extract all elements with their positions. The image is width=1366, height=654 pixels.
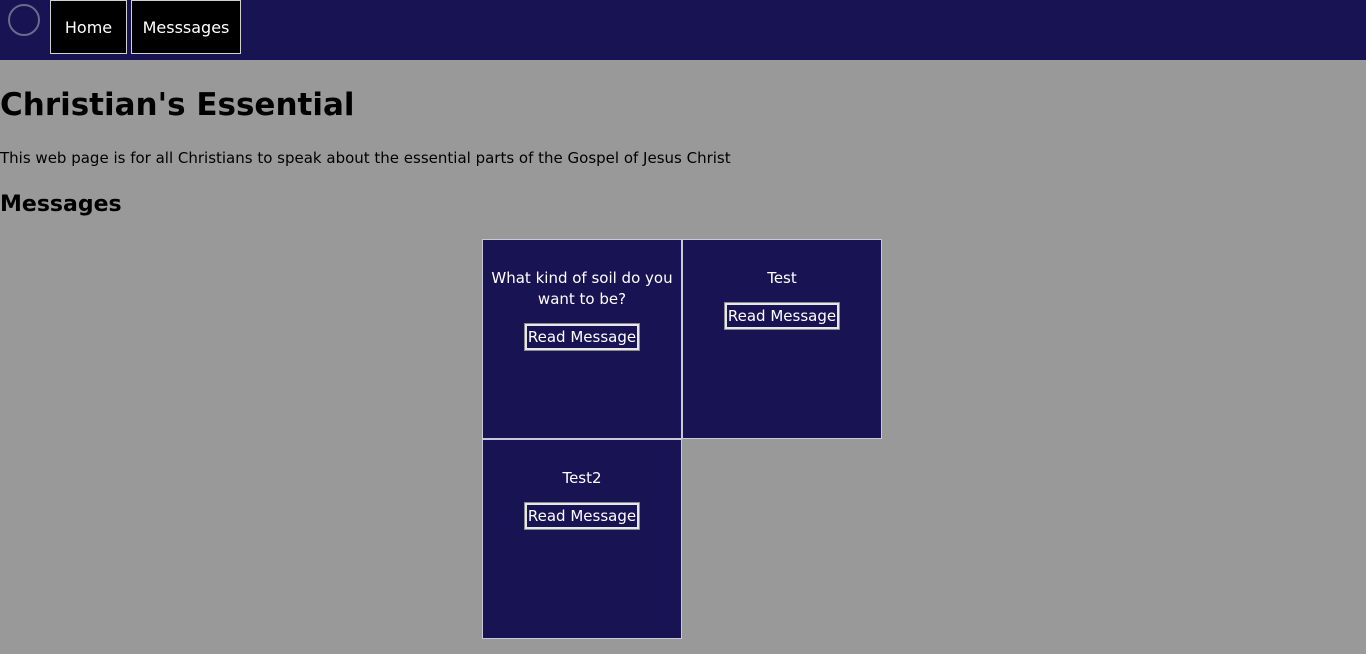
- page-title: Christian's Essential: [0, 87, 355, 123]
- message-card-title: Test: [767, 269, 797, 287]
- top-navbar: Home Messsages: [0, 0, 1366, 60]
- intro-text: This web page is for all Christians to s…: [0, 149, 731, 167]
- message-card: Test2 Read Message: [482, 439, 682, 639]
- message-card: What kind of soil do you want to be? Rea…: [482, 239, 682, 439]
- read-message-button[interactable]: Read Message: [523, 323, 641, 351]
- nav-messages-button[interactable]: Messsages: [131, 0, 241, 54]
- message-card-title: Test2: [562, 469, 602, 487]
- read-message-button[interactable]: Read Message: [523, 502, 641, 530]
- message-card-title: What kind of soil do you want to be?: [491, 269, 673, 308]
- nav-home-button[interactable]: Home: [50, 0, 127, 54]
- messages-heading: Messages: [0, 192, 122, 217]
- message-card: Test Read Message: [682, 239, 882, 439]
- read-message-button[interactable]: Read Message: [723, 302, 841, 330]
- logo-circle-icon[interactable]: [8, 4, 40, 36]
